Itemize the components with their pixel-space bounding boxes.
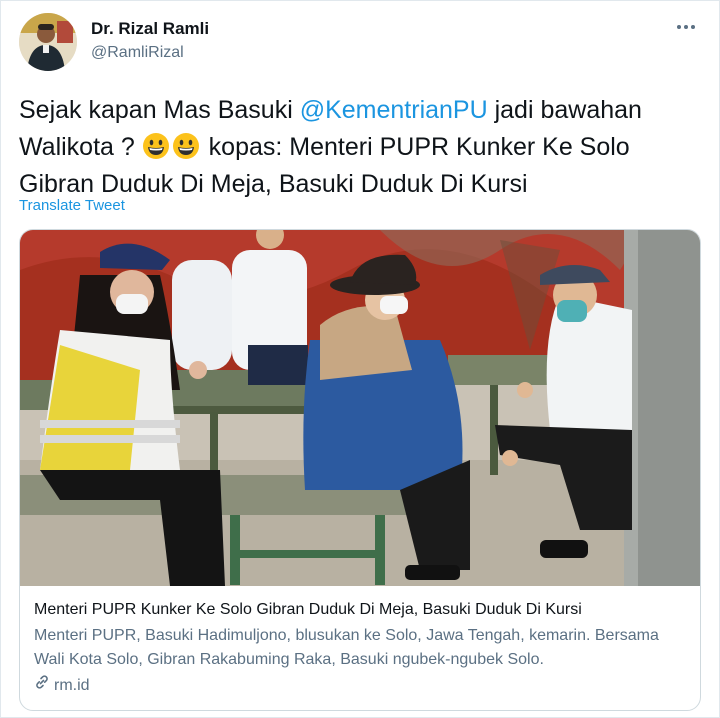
tweet-container: Dr. Rizal Ramli @RamliRizal Sejak kapan … — [0, 0, 720, 718]
link-card[interactable]: Menteri PUPR Kunker Ke Solo Gibran Duduk… — [19, 229, 701, 711]
author-handle[interactable]: @RamliRizal — [91, 44, 184, 62]
link-icon — [34, 674, 50, 698]
card-description: Menteri PUPR, Basuki Hadimuljono, blusuk… — [34, 627, 659, 668]
card-domain-label: rm.id — [54, 677, 90, 694]
avatar[interactable] — [19, 13, 77, 71]
tweet-text: Sejak kapan Mas Basuki @KementrianPU jad… — [19, 92, 709, 203]
more-options-icon[interactable] — [673, 17, 699, 37]
tweet-text-part: Sejak kapan Mas Basuki — [19, 96, 300, 124]
card-title[interactable]: Menteri PUPR Kunker Ke Solo Gibran Duduk… — [34, 599, 688, 621]
card-domain[interactable]: rm.id — [34, 674, 688, 698]
mention-link[interactable]: @KementrianPU — [300, 96, 488, 124]
card-body: Menteri PUPR Kunker Ke Solo Gibran Duduk… — [20, 587, 700, 710]
author-name[interactable]: Dr. Rizal Ramli — [91, 19, 209, 39]
grinning-face-emoji — [142, 132, 170, 160]
tweet-header: Dr. Rizal Ramli @RamliRizal — [19, 13, 703, 73]
grinning-face-emoji — [172, 132, 200, 160]
translate-tweet-link[interactable]: Translate Tweet — [19, 197, 125, 214]
card-image — [20, 230, 700, 586]
